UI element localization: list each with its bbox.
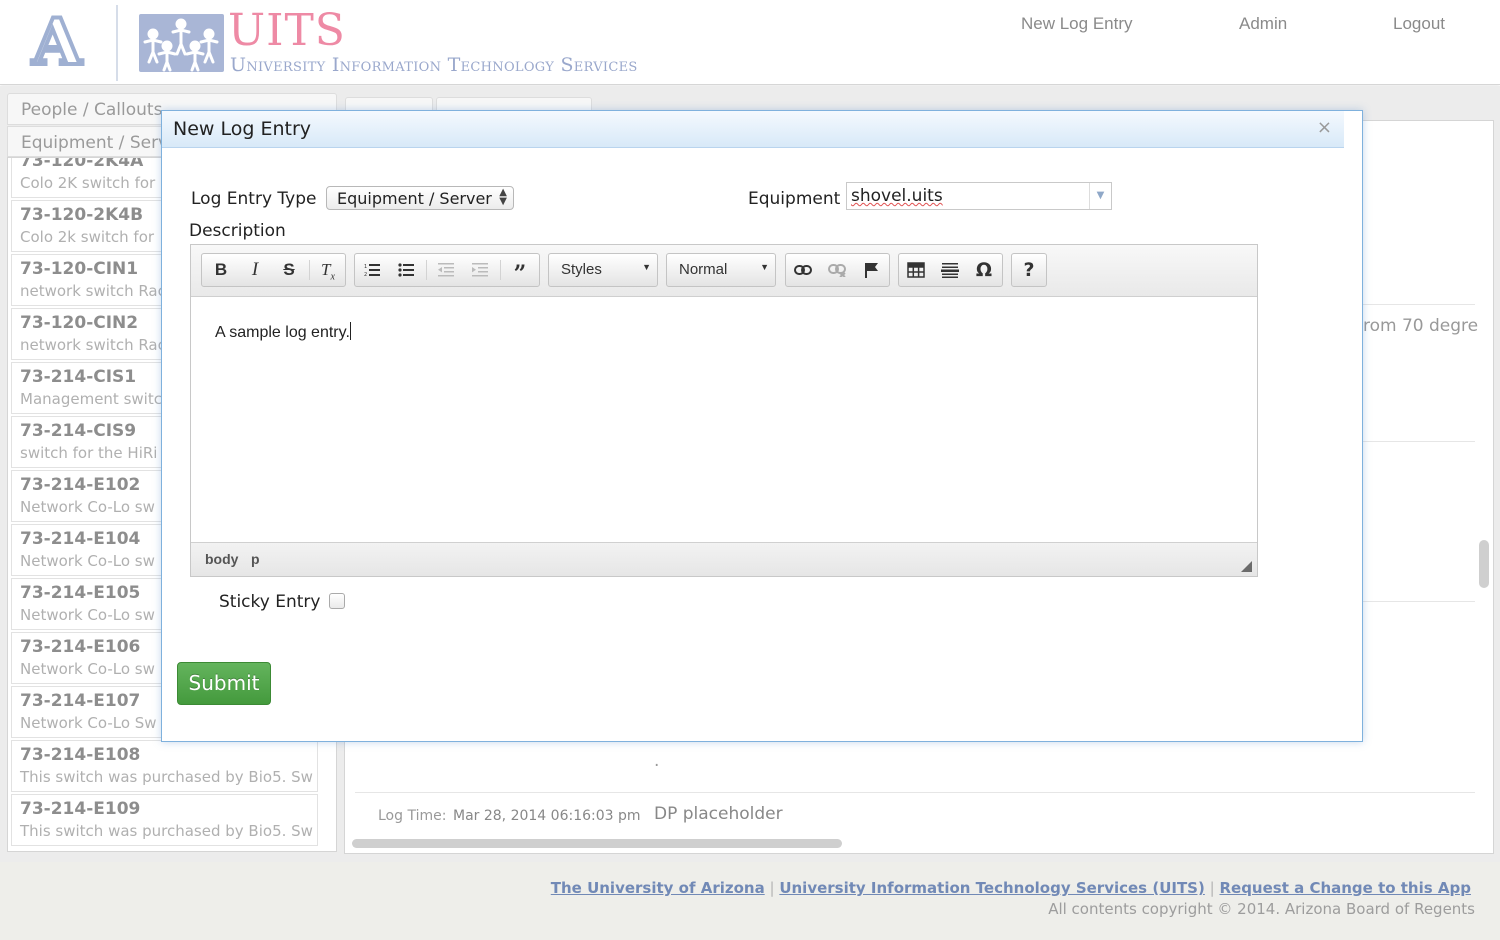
format-dropdown[interactable]: Normal ▼	[666, 253, 776, 287]
log-entry-type-select[interactable]: Equipment / Server ▲ ▼	[326, 186, 514, 210]
logo-divider	[116, 5, 118, 81]
toolbar-separator	[500, 260, 501, 280]
anchor-flag-icon[interactable]	[854, 254, 888, 286]
toolbar-group-about: ?	[1011, 253, 1047, 287]
nav-new-log-entry[interactable]: New Log Entry	[1021, 14, 1133, 34]
dialog-title: New Log Entry	[173, 118, 312, 140]
toolbar-separator	[309, 260, 310, 280]
footer-separator: |	[769, 879, 775, 897]
list-item[interactable]: 73-214-E108 This switch was purchased by…	[11, 740, 318, 792]
toolbar-separator	[426, 260, 427, 280]
blockquote-icon[interactable]: ”	[503, 254, 537, 287]
equipment-label: Equipment	[748, 189, 841, 209]
close-icon[interactable]: ×	[1317, 117, 1332, 138]
link-icon[interactable]	[786, 254, 820, 286]
footer-link-university[interactable]: The University of Arizona	[551, 879, 765, 897]
uits-subtitle: University Information Technology Servic…	[230, 54, 638, 76]
nav-logout[interactable]: Logout	[1393, 14, 1445, 34]
resize-grip-icon[interactable]	[1241, 561, 1252, 572]
editor-content-area[interactable]: A sample log entry.	[191, 297, 1257, 542]
rich-text-editor: B I S Tx 12 ” Styles ▼ Normal ▼ Ω ? A sa…	[190, 244, 1258, 577]
chevron-down-icon[interactable]: ▼	[1089, 183, 1111, 209]
dialog-scroll-track	[1344, 111, 1362, 723]
description-label: Description	[189, 221, 286, 241]
toolbar-group-links	[785, 253, 890, 287]
footer-copyright: All contents copyright © 2014. Arizona B…	[1048, 900, 1475, 918]
log-time-value: Mar 28, 2014 06:16:03 pm	[453, 808, 641, 824]
toolbar-group-paragraph: 12 ”	[354, 253, 540, 287]
footer-links: The University of Arizona | University I…	[551, 879, 1471, 897]
log-divider	[355, 792, 1475, 793]
table-icon[interactable]	[899, 254, 933, 286]
strikethrough-icon[interactable]: S	[272, 254, 306, 286]
new-log-entry-dialog: New Log Entry × Log Entry Type Equipment…	[161, 110, 1363, 742]
horizontal-scrollbar[interactable]	[352, 839, 842, 848]
list-item[interactable]: 73-214-E109 This switch was purchased by…	[11, 794, 318, 846]
nav-admin[interactable]: Admin	[1239, 14, 1287, 34]
editor-text: A sample log entry.	[215, 324, 350, 341]
equipment-name: 73-214-E108	[20, 745, 141, 765]
italic-icon[interactable]: I	[238, 254, 272, 286]
horizontal-line-icon[interactable]	[933, 254, 967, 286]
svg-text:1: 1	[364, 264, 367, 270]
caret-down-icon: ▼	[642, 262, 651, 272]
equipment-name: 73-214-E109	[20, 799, 141, 819]
remove-format-icon[interactable]: Tx	[311, 254, 345, 286]
outdent-icon[interactable]	[429, 254, 463, 286]
uits-people-icon	[139, 14, 224, 72]
bulleted-list-icon[interactable]	[389, 254, 423, 286]
equipment-input[interactable]: shovel.uits	[851, 186, 943, 206]
path-body[interactable]: body	[205, 551, 238, 567]
site-footer: The University of Arizona | University I…	[0, 862, 1500, 940]
vertical-scrollbar[interactable]	[1479, 540, 1489, 588]
log-dot: .	[654, 751, 660, 771]
submit-button[interactable]: Submit	[177, 662, 271, 705]
log-entry-type-label: Log Entry Type	[191, 189, 317, 209]
styles-dropdown[interactable]: Styles ▼	[548, 253, 658, 287]
styles-label: Styles	[561, 261, 602, 278]
log-entry-type-value: Equipment / Server	[337, 189, 492, 208]
uits-title: UITS	[228, 5, 346, 56]
dialog-titlebar[interactable]: New Log Entry ×	[162, 111, 1344, 148]
editor-path-bar: body p	[191, 542, 1257, 576]
editor-toolbar: B I S Tx 12 ” Styles ▼ Normal ▼ Ω ?	[191, 245, 1257, 297]
sticky-entry-label: Sticky Entry	[219, 592, 321, 612]
svg-text:2: 2	[364, 272, 367, 277]
site-header: A UITS University Information Technology…	[0, 0, 1500, 85]
equipment-description: This switch was purchased by Bio5. Sw	[20, 822, 313, 840]
toolbar-group-basicstyles: B I S Tx	[201, 253, 346, 287]
footer-link-request-change[interactable]: Request a Change to this App	[1219, 879, 1471, 897]
caret-down-icon: ▼	[760, 262, 769, 272]
help-icon[interactable]: ?	[1012, 254, 1046, 286]
indent-icon[interactable]	[463, 254, 497, 286]
toolbar-group-insert: Ω	[898, 253, 1003, 287]
unlink-icon[interactable]	[820, 254, 854, 286]
footer-separator: |	[1209, 879, 1215, 897]
log-time-label: Log Time:	[378, 808, 447, 824]
numbered-list-icon[interactable]: 12	[355, 254, 389, 286]
format-label: Normal	[679, 261, 728, 278]
footer-link-uits[interactable]: University Information Technology Servic…	[779, 879, 1205, 897]
path-p[interactable]: p	[251, 551, 260, 567]
equipment-combobox[interactable]: shovel.uits ▼	[846, 182, 1112, 210]
select-arrows-icon: ▲ ▼	[499, 187, 507, 207]
university-logo[interactable]: A	[22, 9, 92, 77]
special-character-icon[interactable]: Ω	[967, 254, 1001, 286]
text-cursor	[349, 322, 351, 340]
partial-log-text: rom 70 degre	[1363, 316, 1479, 336]
sticky-entry-checkbox[interactable]	[329, 593, 345, 609]
log-text: DP placeholder	[654, 804, 783, 824]
bold-icon[interactable]: B	[204, 254, 238, 286]
equipment-description: This switch was purchased by Bio5. Sw	[20, 768, 313, 786]
